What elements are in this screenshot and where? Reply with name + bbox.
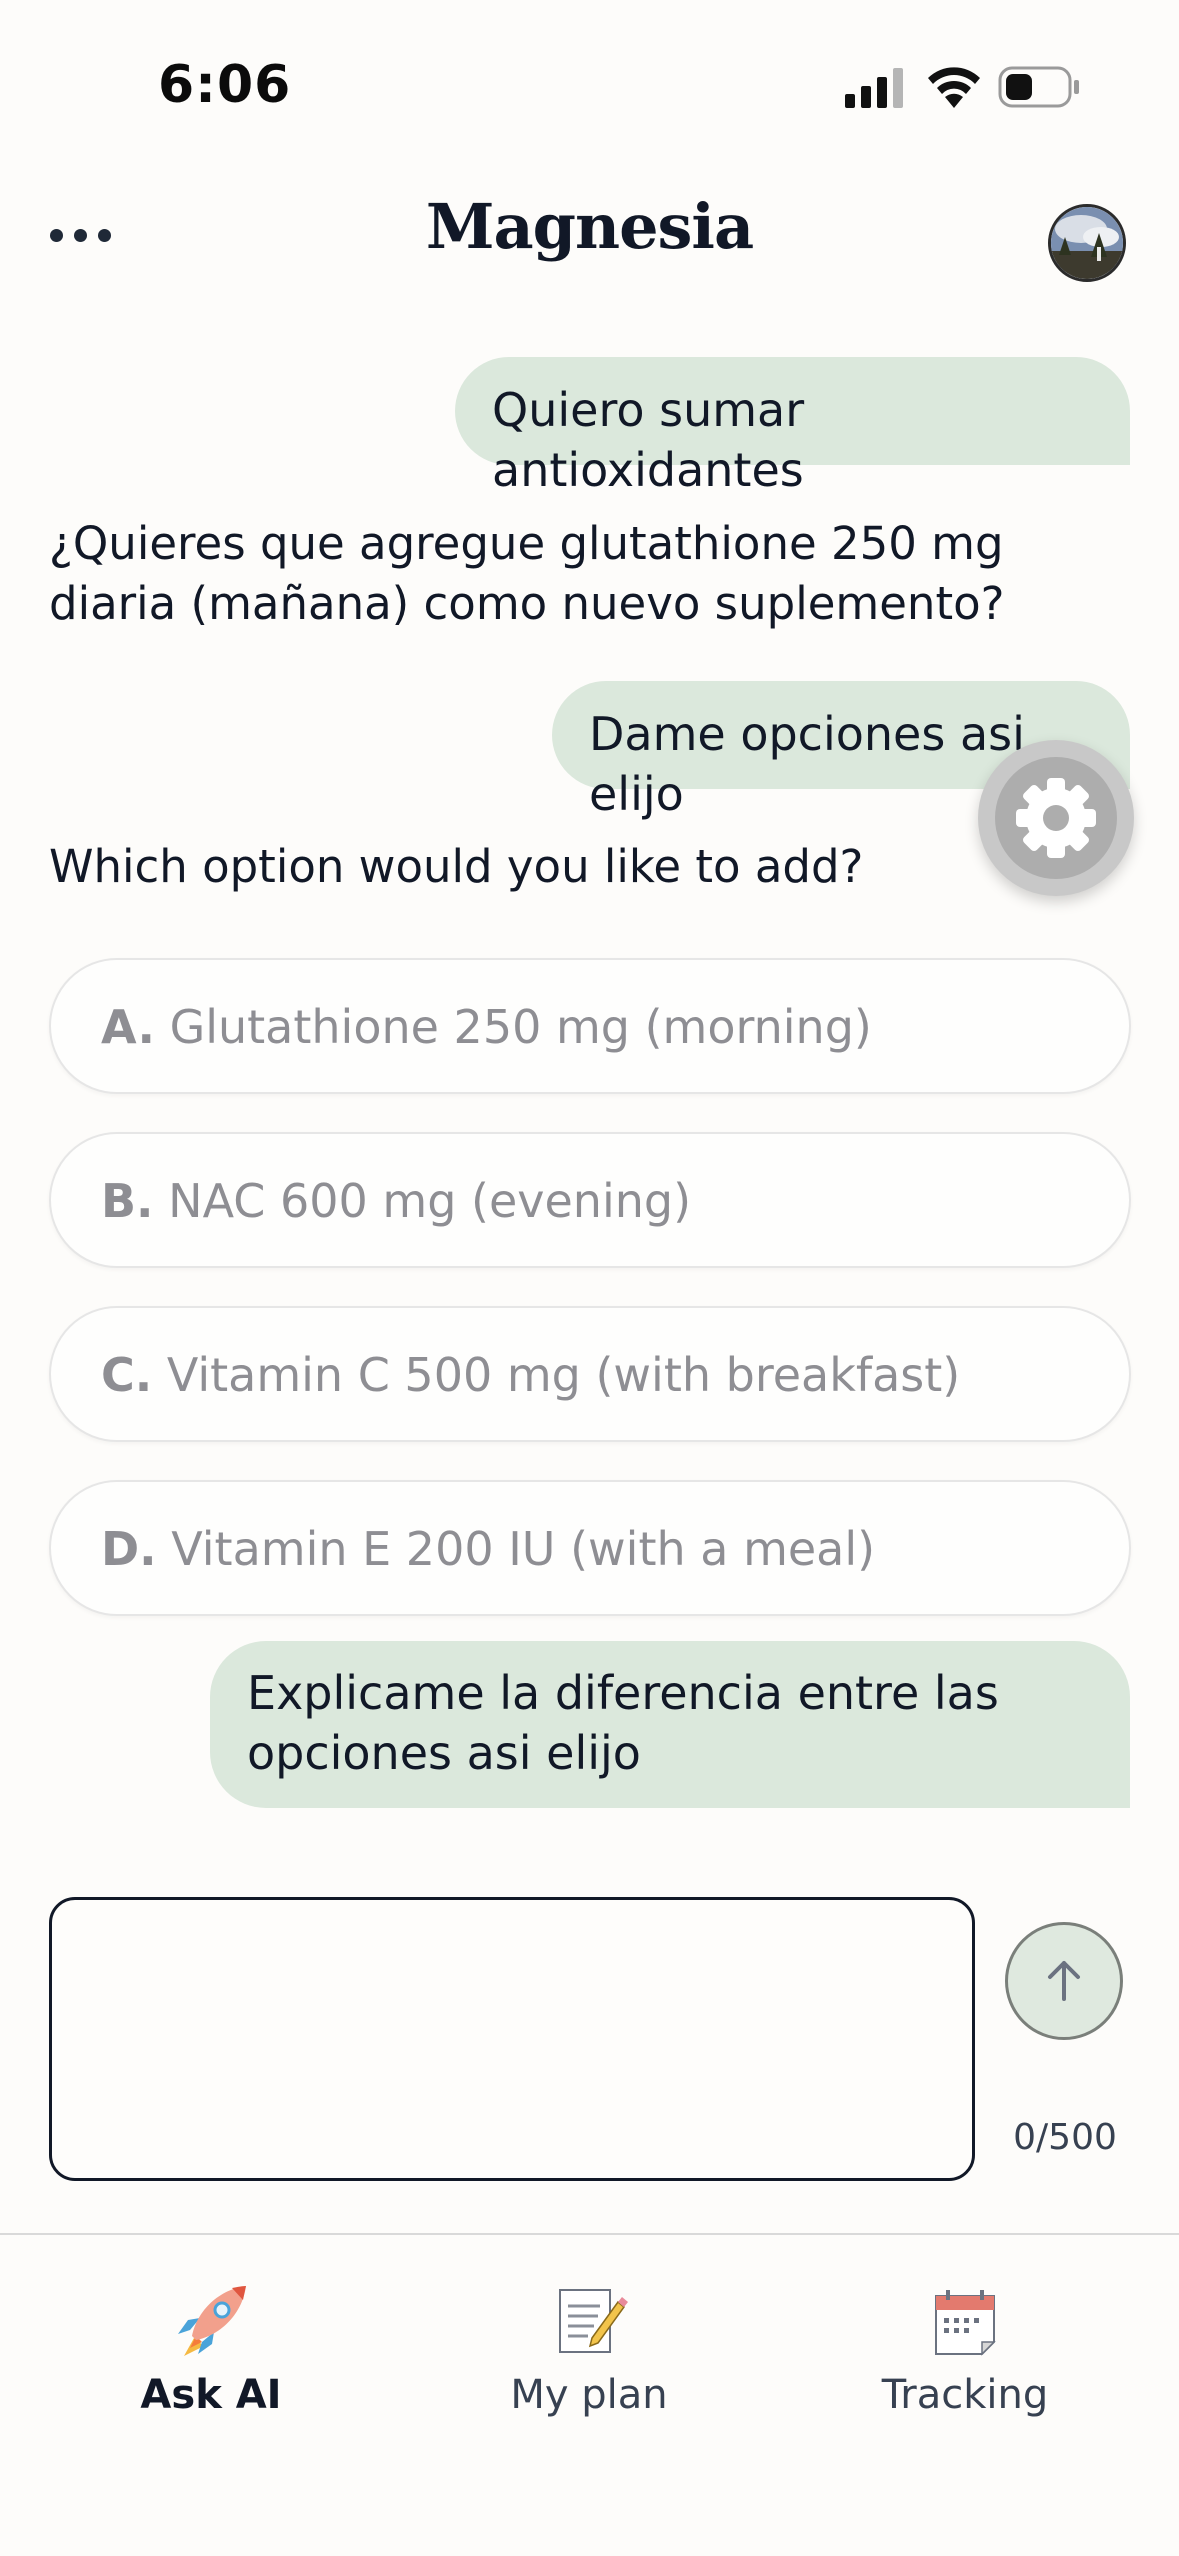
profile-avatar[interactable] [1048, 204, 1126, 282]
arrow-up-icon [1048, 1961, 1080, 2001]
option-a-button[interactable]: A. Glutathione 250 mg (morning) [49, 958, 1131, 1094]
option-text: NAC 600 mg (evening) [168, 1174, 692, 1228]
option-letter: A. [101, 1000, 155, 1054]
tab-my-plan[interactable]: My plan [439, 2280, 739, 2418]
option-letter: C. [101, 1348, 153, 1402]
battery-icon [998, 66, 1079, 108]
status-time: 6:06 [158, 55, 292, 115]
tab-label: Tracking [881, 2372, 1049, 2418]
option-c-button[interactable]: C. Vitamin C 500 mg (with breakfast) [49, 1306, 1131, 1442]
gear-icon [1016, 778, 1096, 858]
option-letter: D. [101, 1522, 157, 1576]
character-counter: 0/500 [1013, 2117, 1117, 2158]
wifi-icon [928, 67, 980, 108]
notepad-icon [559, 2289, 628, 2353]
option-d-button[interactable]: D. Vitamin E 200 IU (with a meal) [49, 1480, 1131, 1616]
tab-ask-ai[interactable]: Ask AI [61, 2280, 361, 2418]
calendar-icon [935, 2290, 996, 2356]
tab-tracking[interactable]: Tracking [815, 2280, 1115, 2418]
user-message: Explicame la diferencia entre las opcion… [210, 1641, 1130, 1808]
send-button[interactable] [1005, 1922, 1123, 2040]
assistant-message: Which option would you like to add? [49, 840, 864, 893]
option-text: Vitamin C 500 mg (with breakfast) [166, 1348, 961, 1402]
option-text: Vitamin E 200 IU (with a meal) [171, 1522, 876, 1576]
cellular-signal-icon [845, 68, 903, 108]
rocket-icon [178, 2286, 246, 2356]
user-message: Quiero sumar antioxidantes [455, 357, 1130, 497]
avatar-image [1051, 207, 1123, 279]
assistant-message: ¿Quieres que agregue glutathione 250 mg … [49, 517, 1005, 630]
option-b-button[interactable]: B. NAC 600 mg (evening) [49, 1132, 1131, 1268]
nav-divider [0, 2233, 1179, 2235]
option-text: Glutathione 250 mg (morning) [169, 1000, 872, 1054]
app-title: Magnesia [425, 190, 754, 263]
message-input[interactable] [49, 1897, 975, 2181]
settings-floating-button[interactable] [978, 740, 1134, 896]
tab-label: My plan [510, 2372, 668, 2418]
tab-label: Ask AI [140, 2372, 282, 2418]
option-letter: B. [101, 1174, 154, 1228]
